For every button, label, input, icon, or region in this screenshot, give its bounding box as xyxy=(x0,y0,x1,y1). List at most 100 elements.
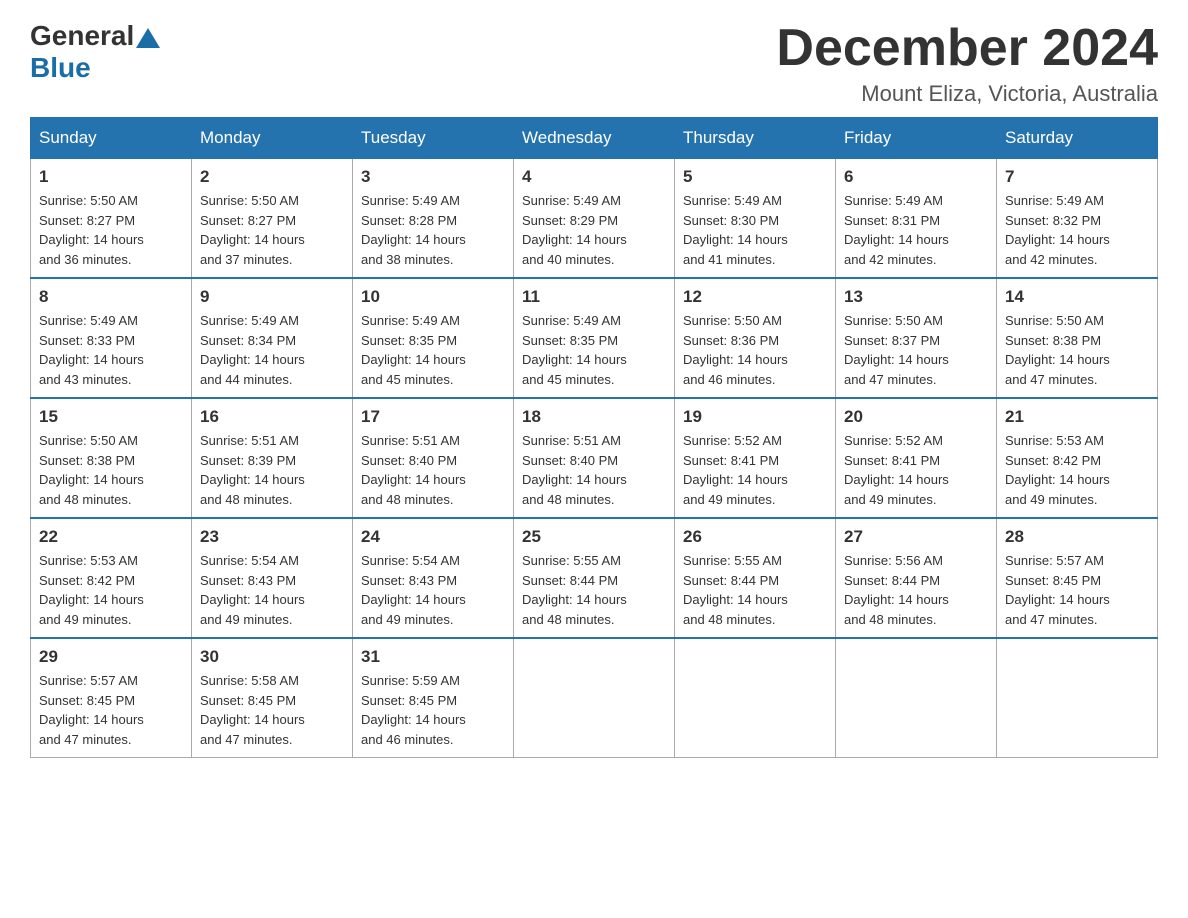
table-row: 24 Sunrise: 5:54 AM Sunset: 8:43 PM Dayl… xyxy=(353,518,514,638)
day-info: Sunrise: 5:49 AM Sunset: 8:30 PM Dayligh… xyxy=(683,191,827,269)
logo-triangle-icon xyxy=(136,28,160,48)
table-row: 7 Sunrise: 5:49 AM Sunset: 8:32 PM Dayli… xyxy=(997,159,1158,279)
day-number: 31 xyxy=(361,647,505,667)
day-number: 30 xyxy=(200,647,344,667)
table-row: 31 Sunrise: 5:59 AM Sunset: 8:45 PM Dayl… xyxy=(353,638,514,758)
table-row: 29 Sunrise: 5:57 AM Sunset: 8:45 PM Dayl… xyxy=(31,638,192,758)
day-info: Sunrise: 5:52 AM Sunset: 8:41 PM Dayligh… xyxy=(844,431,988,509)
day-number: 4 xyxy=(522,167,666,187)
day-number: 16 xyxy=(200,407,344,427)
table-row: 26 Sunrise: 5:55 AM Sunset: 8:44 PM Dayl… xyxy=(675,518,836,638)
day-info: Sunrise: 5:49 AM Sunset: 8:31 PM Dayligh… xyxy=(844,191,988,269)
day-number: 25 xyxy=(522,527,666,547)
day-info: Sunrise: 5:57 AM Sunset: 8:45 PM Dayligh… xyxy=(1005,551,1149,629)
table-row: 17 Sunrise: 5:51 AM Sunset: 8:40 PM Dayl… xyxy=(353,398,514,518)
table-row: 10 Sunrise: 5:49 AM Sunset: 8:35 PM Dayl… xyxy=(353,278,514,398)
day-number: 9 xyxy=(200,287,344,307)
calendar-week-row: 8 Sunrise: 5:49 AM Sunset: 8:33 PM Dayli… xyxy=(31,278,1158,398)
month-title: December 2024 xyxy=(776,20,1158,77)
day-number: 8 xyxy=(39,287,183,307)
calendar-table: Sunday Monday Tuesday Wednesday Thursday… xyxy=(30,117,1158,758)
day-number: 23 xyxy=(200,527,344,547)
table-row xyxy=(675,638,836,758)
calendar-week-row: 1 Sunrise: 5:50 AM Sunset: 8:27 PM Dayli… xyxy=(31,159,1158,279)
table-row: 22 Sunrise: 5:53 AM Sunset: 8:42 PM Dayl… xyxy=(31,518,192,638)
day-info: Sunrise: 5:51 AM Sunset: 8:40 PM Dayligh… xyxy=(522,431,666,509)
day-number: 29 xyxy=(39,647,183,667)
table-row: 3 Sunrise: 5:49 AM Sunset: 8:28 PM Dayli… xyxy=(353,159,514,279)
day-info: Sunrise: 5:50 AM Sunset: 8:38 PM Dayligh… xyxy=(39,431,183,509)
table-row: 5 Sunrise: 5:49 AM Sunset: 8:30 PM Dayli… xyxy=(675,159,836,279)
table-row: 14 Sunrise: 5:50 AM Sunset: 8:38 PM Dayl… xyxy=(997,278,1158,398)
title-area: December 2024 Mount Eliza, Victoria, Aus… xyxy=(776,20,1158,107)
table-row: 20 Sunrise: 5:52 AM Sunset: 8:41 PM Dayl… xyxy=(836,398,997,518)
table-row: 25 Sunrise: 5:55 AM Sunset: 8:44 PM Dayl… xyxy=(514,518,675,638)
day-info: Sunrise: 5:49 AM Sunset: 8:32 PM Dayligh… xyxy=(1005,191,1149,269)
day-info: Sunrise: 5:55 AM Sunset: 8:44 PM Dayligh… xyxy=(683,551,827,629)
table-row xyxy=(514,638,675,758)
table-row: 27 Sunrise: 5:56 AM Sunset: 8:44 PM Dayl… xyxy=(836,518,997,638)
day-number: 2 xyxy=(200,167,344,187)
day-number: 17 xyxy=(361,407,505,427)
day-number: 15 xyxy=(39,407,183,427)
day-number: 10 xyxy=(361,287,505,307)
header-friday: Friday xyxy=(836,118,997,159)
day-info: Sunrise: 5:57 AM Sunset: 8:45 PM Dayligh… xyxy=(39,671,183,749)
day-info: Sunrise: 5:58 AM Sunset: 8:45 PM Dayligh… xyxy=(200,671,344,749)
day-number: 6 xyxy=(844,167,988,187)
day-info: Sunrise: 5:54 AM Sunset: 8:43 PM Dayligh… xyxy=(200,551,344,629)
day-info: Sunrise: 5:49 AM Sunset: 8:28 PM Dayligh… xyxy=(361,191,505,269)
day-number: 14 xyxy=(1005,287,1149,307)
header-sunday: Sunday xyxy=(31,118,192,159)
day-number: 19 xyxy=(683,407,827,427)
header-wednesday: Wednesday xyxy=(514,118,675,159)
day-info: Sunrise: 5:53 AM Sunset: 8:42 PM Dayligh… xyxy=(39,551,183,629)
day-info: Sunrise: 5:49 AM Sunset: 8:34 PM Dayligh… xyxy=(200,311,344,389)
table-row: 8 Sunrise: 5:49 AM Sunset: 8:33 PM Dayli… xyxy=(31,278,192,398)
table-row: 6 Sunrise: 5:49 AM Sunset: 8:31 PM Dayli… xyxy=(836,159,997,279)
day-number: 26 xyxy=(683,527,827,547)
day-number: 21 xyxy=(1005,407,1149,427)
table-row: 21 Sunrise: 5:53 AM Sunset: 8:42 PM Dayl… xyxy=(997,398,1158,518)
day-info: Sunrise: 5:50 AM Sunset: 8:38 PM Dayligh… xyxy=(1005,311,1149,389)
day-info: Sunrise: 5:50 AM Sunset: 8:27 PM Dayligh… xyxy=(39,191,183,269)
day-info: Sunrise: 5:49 AM Sunset: 8:35 PM Dayligh… xyxy=(361,311,505,389)
table-row: 1 Sunrise: 5:50 AM Sunset: 8:27 PM Dayli… xyxy=(31,159,192,279)
table-row: 9 Sunrise: 5:49 AM Sunset: 8:34 PM Dayli… xyxy=(192,278,353,398)
day-info: Sunrise: 5:52 AM Sunset: 8:41 PM Dayligh… xyxy=(683,431,827,509)
day-number: 20 xyxy=(844,407,988,427)
table-row: 11 Sunrise: 5:49 AM Sunset: 8:35 PM Dayl… xyxy=(514,278,675,398)
day-info: Sunrise: 5:56 AM Sunset: 8:44 PM Dayligh… xyxy=(844,551,988,629)
day-info: Sunrise: 5:50 AM Sunset: 8:36 PM Dayligh… xyxy=(683,311,827,389)
day-number: 22 xyxy=(39,527,183,547)
logo-blue-text: Blue xyxy=(30,52,91,83)
day-number: 1 xyxy=(39,167,183,187)
day-info: Sunrise: 5:49 AM Sunset: 8:29 PM Dayligh… xyxy=(522,191,666,269)
location-title: Mount Eliza, Victoria, Australia xyxy=(776,81,1158,107)
day-info: Sunrise: 5:50 AM Sunset: 8:27 PM Dayligh… xyxy=(200,191,344,269)
table-row: 18 Sunrise: 5:51 AM Sunset: 8:40 PM Dayl… xyxy=(514,398,675,518)
calendar-week-row: 29 Sunrise: 5:57 AM Sunset: 8:45 PM Dayl… xyxy=(31,638,1158,758)
table-row: 4 Sunrise: 5:49 AM Sunset: 8:29 PM Dayli… xyxy=(514,159,675,279)
table-row: 23 Sunrise: 5:54 AM Sunset: 8:43 PM Dayl… xyxy=(192,518,353,638)
table-row xyxy=(997,638,1158,758)
day-number: 18 xyxy=(522,407,666,427)
day-info: Sunrise: 5:50 AM Sunset: 8:37 PM Dayligh… xyxy=(844,311,988,389)
day-info: Sunrise: 5:54 AM Sunset: 8:43 PM Dayligh… xyxy=(361,551,505,629)
day-info: Sunrise: 5:51 AM Sunset: 8:40 PM Dayligh… xyxy=(361,431,505,509)
table-row: 15 Sunrise: 5:50 AM Sunset: 8:38 PM Dayl… xyxy=(31,398,192,518)
table-row: 19 Sunrise: 5:52 AM Sunset: 8:41 PM Dayl… xyxy=(675,398,836,518)
day-number: 5 xyxy=(683,167,827,187)
header-thursday: Thursday xyxy=(675,118,836,159)
day-info: Sunrise: 5:49 AM Sunset: 8:33 PM Dayligh… xyxy=(39,311,183,389)
day-number: 7 xyxy=(1005,167,1149,187)
table-row: 28 Sunrise: 5:57 AM Sunset: 8:45 PM Dayl… xyxy=(997,518,1158,638)
logo: General Blue xyxy=(30,20,162,84)
day-info: Sunrise: 5:53 AM Sunset: 8:42 PM Dayligh… xyxy=(1005,431,1149,509)
table-row: 13 Sunrise: 5:50 AM Sunset: 8:37 PM Dayl… xyxy=(836,278,997,398)
day-info: Sunrise: 5:49 AM Sunset: 8:35 PM Dayligh… xyxy=(522,311,666,389)
header-saturday: Saturday xyxy=(997,118,1158,159)
day-number: 28 xyxy=(1005,527,1149,547)
day-number: 24 xyxy=(361,527,505,547)
header-monday: Monday xyxy=(192,118,353,159)
